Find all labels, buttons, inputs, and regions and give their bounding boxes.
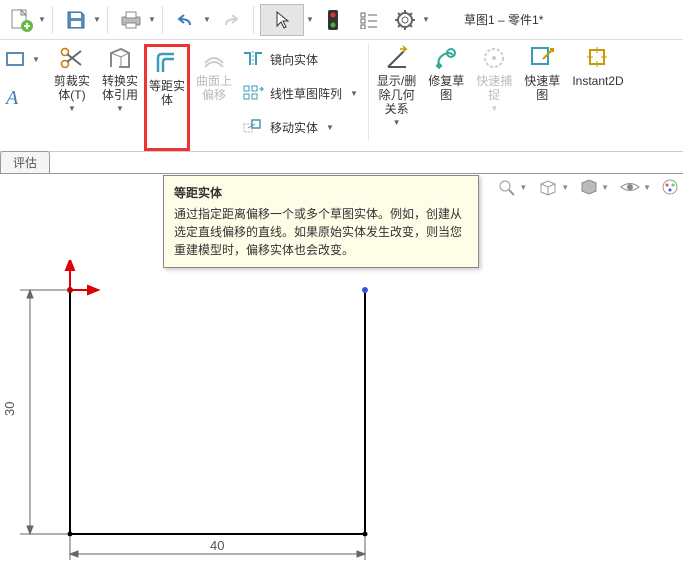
- svg-text:A: A: [4, 87, 19, 108]
- snap-icon: [481, 45, 507, 71]
- instant2d-icon: [585, 45, 611, 71]
- undo-icon: [176, 12, 196, 28]
- select-dropdown[interactable]: ▼: [306, 15, 314, 24]
- redo-icon: [220, 12, 240, 28]
- traffic-icon: [327, 9, 339, 31]
- text-icon: A: [4, 86, 26, 108]
- pattern-icon: [242, 84, 264, 102]
- traffic-button[interactable]: [316, 4, 350, 36]
- linear-pattern-button[interactable]: 线性草图阵列 ▼: [242, 82, 358, 104]
- mirror-icon: [242, 50, 264, 68]
- instant2d-button[interactable]: Instant2D: [566, 44, 629, 151]
- zoom-fit-button[interactable]: ▼: [497, 178, 527, 196]
- height-dimension[interactable]: 30: [2, 402, 17, 416]
- display-icon: [579, 178, 599, 196]
- appearance-button[interactable]: [661, 178, 679, 196]
- gear-icon: [395, 10, 415, 30]
- display-mode-button[interactable]: ▼: [579, 178, 609, 196]
- settings-button[interactable]: [388, 4, 422, 36]
- undo-button[interactable]: [169, 4, 203, 36]
- quick-snap-button: 快速捕 捉 ▼: [470, 44, 518, 151]
- offset-icon: [154, 50, 180, 76]
- undo-dropdown[interactable]: ▼: [203, 15, 211, 24]
- save-dropdown[interactable]: ▼: [93, 15, 101, 24]
- panel-tab-strip: 评估: [0, 152, 683, 174]
- new-icon: [9, 8, 33, 32]
- print-dropdown[interactable]: ▼: [148, 15, 156, 24]
- scissors-icon: [59, 45, 85, 71]
- appearance-icon: [661, 178, 679, 196]
- convert-entities-button[interactable]: 转换实 体引用 ▼: [96, 44, 144, 151]
- visibility-button[interactable]: ▼: [619, 180, 651, 194]
- width-dimension[interactable]: 40: [210, 538, 224, 553]
- save-button[interactable]: [59, 4, 93, 36]
- ribbon: ▼ A 剪裁实 体(T) ▼ 转换实 体引用 ▼ 等距实 体 曲面上 偏移 镜向…: [0, 40, 683, 152]
- tooltip-title: 等距实体: [174, 184, 468, 201]
- quick-sketch-icon: [529, 45, 555, 71]
- show-delete-relations-button[interactable]: 显示/删 除几何 关系 ▼: [371, 44, 422, 151]
- list-button[interactable]: [352, 4, 386, 36]
- save-icon: [66, 10, 86, 30]
- move-entities-button[interactable]: 移动实体 ▼: [242, 116, 358, 138]
- canvas-toolbar: ▼ ▼ ▼ ▼: [497, 178, 679, 196]
- move-icon: [242, 118, 264, 136]
- repair-icon: [433, 45, 459, 71]
- text-tool[interactable]: A: [4, 86, 40, 108]
- new-button[interactable]: [4, 4, 38, 36]
- repair-sketch-button[interactable]: 修复草 图: [422, 44, 470, 151]
- sketch-canvas[interactable]: 30 40: [0, 260, 683, 563]
- view-mode-button[interactable]: ▼: [537, 178, 569, 196]
- surface-offset-button: 曲面上 偏移: [190, 44, 238, 151]
- new-dropdown[interactable]: ▼: [38, 15, 46, 24]
- redo-button[interactable]: [213, 4, 247, 36]
- cube-view-icon: [537, 178, 559, 196]
- print-button[interactable]: [114, 4, 148, 36]
- document-title: 草图1 – 零件1*: [464, 11, 543, 28]
- cursor-icon: [274, 10, 290, 30]
- tooltip-body: 通过指定距离偏移一个或多个草图实体。例如，创建从选定直线偏移的直线。如果原始实体…: [174, 205, 468, 259]
- surface-offset-icon: [201, 45, 227, 71]
- list-icon: [359, 11, 379, 29]
- quick-sketch-button[interactable]: 快速草 图: [518, 44, 566, 151]
- offset-entities-button[interactable]: 等距实 体: [144, 44, 190, 151]
- eye-icon: [619, 180, 641, 194]
- quick-access-toolbar: ▼ ▼ ▼ ▼ ▼ ▼ 草图1 – 零件1*: [0, 0, 683, 40]
- rectangle-icon: [5, 51, 25, 67]
- convert-icon: [107, 45, 133, 71]
- zoom-fit-icon: [497, 178, 517, 196]
- rectangle-tool[interactable]: ▼: [4, 48, 40, 70]
- print-icon: [120, 10, 142, 30]
- tooltip: 等距实体 通过指定距离偏移一个或多个草图实体。例如，创建从选定直线偏移的直线。如…: [163, 175, 479, 268]
- trim-entities-button[interactable]: 剪裁实 体(T) ▼: [48, 44, 96, 151]
- select-button[interactable]: [260, 4, 304, 36]
- tab-evaluate[interactable]: 评估: [0, 151, 50, 173]
- mirror-entities-button[interactable]: 镜向实体: [242, 48, 358, 70]
- relations-icon: [384, 45, 410, 71]
- settings-dropdown[interactable]: ▼: [422, 15, 430, 24]
